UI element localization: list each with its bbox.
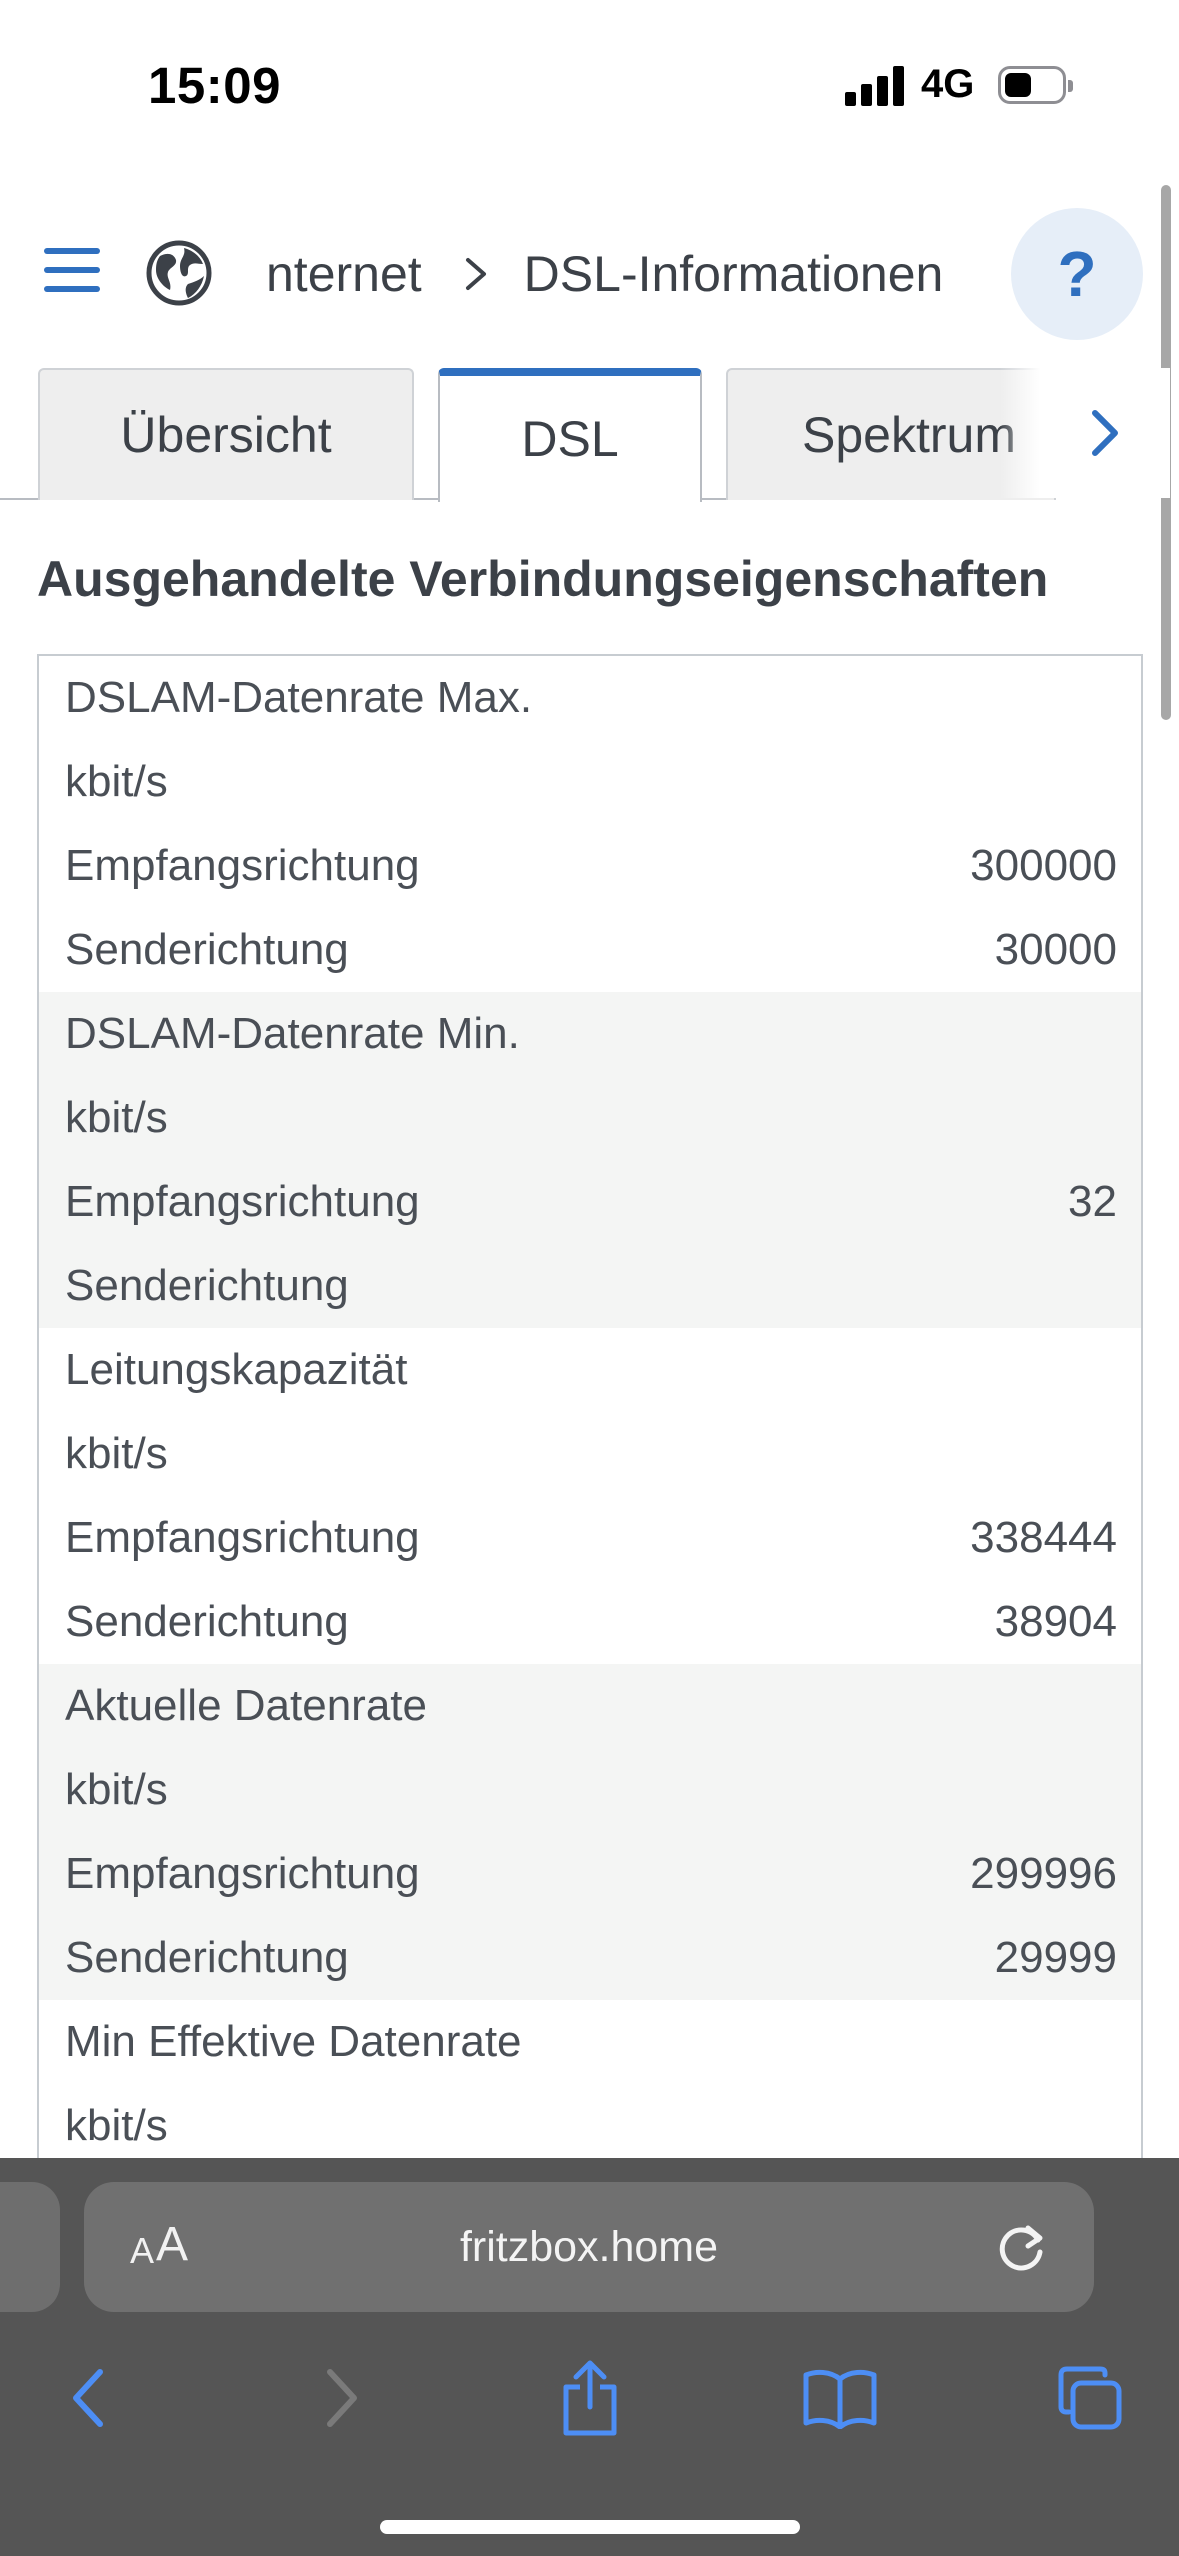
table-row: Empfangsrichtung 32: [39, 1160, 1141, 1244]
group-title: DSLAM-Datenrate Max.: [65, 673, 533, 722]
rx-value: 32: [1068, 1177, 1117, 1226]
unit-label: kbit/s: [65, 1429, 168, 1478]
tab-fade: [1000, 368, 1040, 498]
table-row: Senderichtung 30000: [39, 908, 1141, 992]
tx-label: Senderichtung: [65, 1597, 349, 1646]
tx-value: 38904: [994, 1597, 1117, 1646]
tab-bar: Übersicht DSL Spektrum: [0, 368, 1179, 502]
browser-toolbar: [0, 2328, 1179, 2468]
share-button[interactable]: [530, 2328, 650, 2468]
tx-label: Senderichtung: [65, 1261, 349, 1310]
tabs-button[interactable]: [1030, 2328, 1150, 2468]
aa-small-letter: A: [130, 2230, 155, 2271]
forward-button[interactable]: [282, 2328, 402, 2468]
rx-label: Empfangsrichtung: [65, 1849, 420, 1898]
chevron-right-icon: [1092, 410, 1118, 456]
aa-big-letter: A: [156, 2218, 189, 2271]
globe-icon: [146, 240, 212, 306]
tab-dsl[interactable]: DSL: [438, 368, 702, 502]
rx-label: Empfangsrichtung: [65, 1177, 420, 1226]
table-group: DSLAM-Datenrate Min. kbit/s Empfangsrich…: [39, 992, 1141, 1328]
table-group: DSLAM-Datenrate Max. kbit/s Empfangsrich…: [39, 656, 1141, 992]
group-title: Leitungskapazität: [65, 1345, 408, 1394]
group-title-row: Min Effektive Datenrate: [39, 2000, 1141, 2084]
rx-value: 300000: [970, 841, 1117, 890]
rx-label: Empfangsrichtung: [65, 841, 420, 890]
book-icon: [803, 2369, 877, 2429]
cellular-signal-icon: [845, 66, 905, 106]
rx-label: Empfangsrichtung: [65, 1513, 420, 1562]
breadcrumb: nternet DSL-Informationen: [266, 244, 943, 304]
unit-row: kbit/s: [39, 1748, 1141, 1832]
unit-row: kbit/s: [39, 1412, 1141, 1496]
breadcrumb-parent[interactable]: nternet: [266, 245, 422, 303]
url-text[interactable]: fritzbox.home: [84, 2182, 1094, 2312]
chevron-left-icon: [73, 2369, 103, 2427]
table-row: Empfangsrichtung 338444: [39, 1496, 1141, 1580]
unit-label: kbit/s: [65, 2101, 168, 2150]
reload-icon[interactable]: [992, 2218, 1052, 2278]
unit-row: kbit/s: [39, 2084, 1141, 2164]
unit-label: kbit/s: [65, 1765, 168, 1814]
tx-label: Senderichtung: [65, 925, 349, 974]
group-title: Aktuelle Datenrate: [65, 1681, 427, 1730]
table-row: Empfangsrichtung 299996: [39, 1832, 1141, 1916]
tx-label: Senderichtung: [65, 1933, 349, 1982]
group-title-row: Aktuelle Datenrate: [39, 1664, 1141, 1748]
menu-icon[interactable]: [44, 248, 100, 292]
bookmarks-button[interactable]: [780, 2328, 900, 2468]
help-button[interactable]: ?: [1011, 208, 1143, 340]
previous-tab-preview[interactable]: [0, 2182, 60, 2312]
page-settings-button[interactable]: AA: [130, 2182, 188, 2312]
table-row: Empfangsrichtung 300000: [39, 824, 1141, 908]
group-title: Min Effektive Datenrate: [65, 2017, 522, 2066]
unit-label: kbit/s: [65, 1093, 168, 1142]
table-group: Leitungskapazität kbit/s Empfangsrichtun…: [39, 1328, 1141, 1664]
group-title-row: Leitungskapazität: [39, 1328, 1141, 1412]
address-bar[interactable]: fritzbox.home AA: [84, 2182, 1094, 2312]
share-icon: [563, 2360, 617, 2436]
battery-icon: [998, 66, 1073, 104]
group-title-row: DSLAM-Datenrate Min.: [39, 992, 1141, 1076]
page-header: nternet DSL-Informationen ?: [0, 200, 1179, 350]
status-time: 15:09: [148, 57, 281, 114]
home-indicator: [380, 2520, 800, 2534]
browser-bottom-bar: fritzbox.home AA: [0, 2158, 1179, 2556]
group-title-row: DSLAM-Datenrate Max.: [39, 656, 1141, 740]
rx-value: 338444: [970, 1513, 1117, 1562]
tx-value: 29999: [994, 1933, 1117, 1982]
table-row: Senderichtung 38904: [39, 1580, 1141, 1664]
connection-properties-table: DSLAM-Datenrate Max. kbit/s Empfangsrich…: [37, 654, 1143, 2164]
back-button[interactable]: [28, 2328, 148, 2468]
unit-label: kbit/s: [65, 757, 168, 806]
screen: 15:09 4G nternet DSL-Informationen ? Übe…: [0, 0, 1179, 2556]
unit-row: kbit/s: [39, 740, 1141, 824]
chevron-right-icon: [465, 258, 486, 290]
tabs-icon: [1058, 2366, 1122, 2430]
tab-uebersicht[interactable]: Übersicht: [38, 368, 414, 500]
table-row: Senderichtung 29999: [39, 1916, 1141, 2000]
tx-value: 30000: [994, 925, 1117, 974]
chevron-right-icon: [327, 2369, 357, 2427]
breadcrumb-current: DSL-Informationen: [523, 246, 944, 302]
tab-scroll-right-button[interactable]: [1040, 368, 1170, 498]
section-title: Ausgehandelte Verbindungseigenschaften: [37, 551, 1049, 607]
network-type: 4G: [921, 62, 975, 106]
table-group: Aktuelle Datenrate kbit/s Empfangsrichtu…: [39, 1664, 1141, 2000]
group-title: DSLAM-Datenrate Min.: [65, 1009, 520, 1058]
unit-row: kbit/s: [39, 1076, 1141, 1160]
table-group: Min Effektive Datenrate kbit/s: [39, 2000, 1141, 2164]
status-bar: 15:09 4G: [0, 0, 1179, 175]
rx-value: 299996: [970, 1849, 1117, 1898]
table-row: Senderichtung: [39, 1244, 1141, 1328]
